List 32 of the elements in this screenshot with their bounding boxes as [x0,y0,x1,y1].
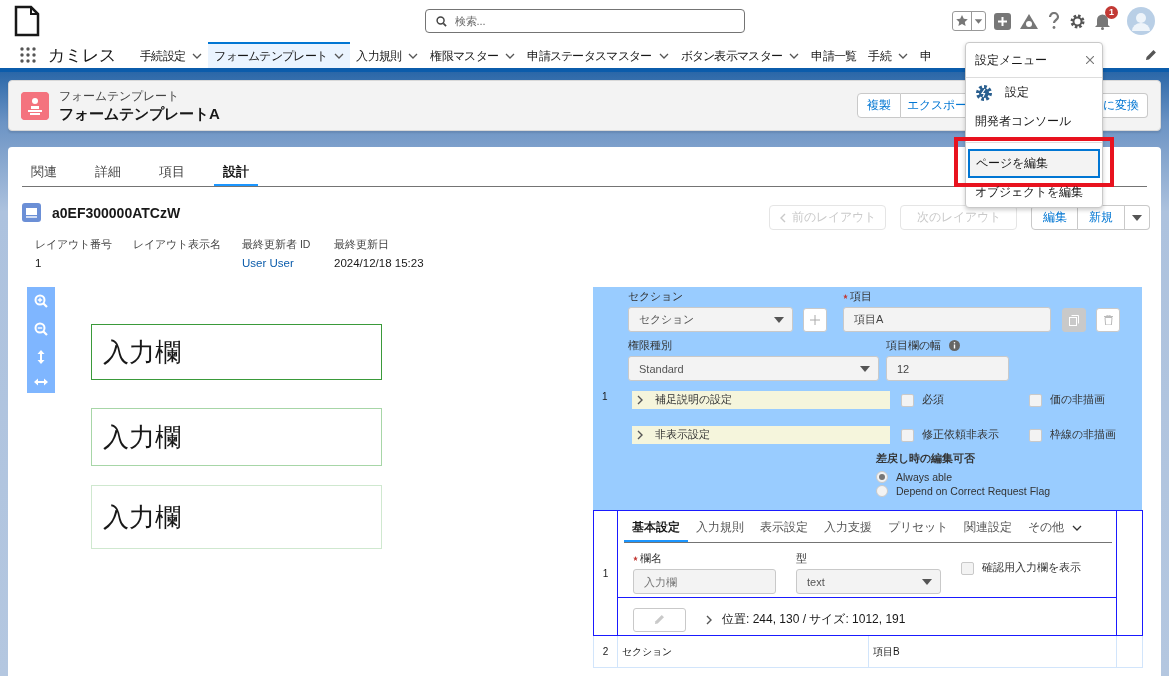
radio-group-title: 差戻し時の編集可否 [876,452,976,466]
field-label: 最終更新日 [334,238,390,252]
table-cell: セクション [622,645,672,657]
notification-badge: 1 [1105,6,1118,19]
field-value: 2024/12/18 15:23 [334,257,425,269]
checkbox-label: 枠線の非描画 [1050,428,1116,442]
field-label: 型 [796,551,808,566]
field-label: レイアウト番号 [35,238,113,252]
record-id: a0EF300000ATCzW [52,204,181,221]
row-number: 1 [602,567,609,579]
checkbox-label: 必須 [922,393,944,407]
field-label: 最終更新者 ID [242,238,312,252]
field-label: 権限種別 [628,338,673,353]
field-value: 1 [35,257,43,269]
row-number: 2 [602,646,609,657]
radio-label: Always able [896,471,953,483]
checkbox-label: 価の非描画 [1050,393,1105,407]
field-label: 欄名 [640,551,662,566]
table-cell: 項目B [873,645,900,657]
menu-title: 設定メニュー [975,52,1047,68]
app-name: カミレス [48,44,116,67]
field-label: 項目欄の幅 [886,338,941,353]
field-label: レイアウト表示名 [133,238,222,252]
record-title: フォームテンプレートA [59,104,220,124]
object-label: フォームテンプレート [59,87,180,105]
radio-label: Depend on Correct Request Flag [896,485,1051,497]
position-text: 位置: 244, 130 / サイズ: 1012, 191 [722,611,906,628]
checkbox-label: 修正依頼非表示 [922,428,999,442]
checkbox-label: 確認用入力欄を表示 [982,561,1081,575]
field-label: 項目 [850,289,872,304]
field-label: セクション [628,289,684,304]
row-number: 1 [602,391,609,404]
